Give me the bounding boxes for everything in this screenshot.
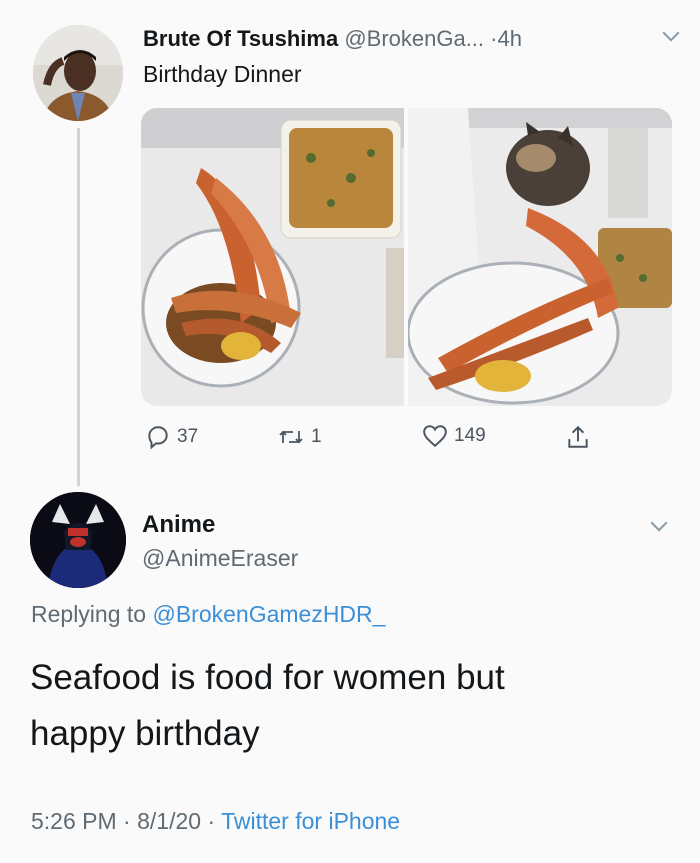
- retweet-action[interactable]: 1: [277, 424, 322, 450]
- tweet-text: Seafood is food for women but happy birt…: [30, 650, 670, 762]
- display-name[interactable]: Brute Of Tsushima: [143, 26, 338, 51]
- meta-separator: ·: [123, 808, 131, 834]
- reply-icon: [148, 426, 168, 450]
- replying-to-handle[interactable]: @BrokenGamezHDR_: [152, 601, 385, 627]
- food-photo-2[interactable]: [408, 108, 672, 406]
- replying-to-line: Replying to @BrokenGamezHDR_: [31, 601, 385, 628]
- tweet-text-line: happy birthday: [30, 714, 260, 753]
- timestamp[interactable]: 4h: [498, 26, 522, 51]
- replying-to-prefix: Replying to: [31, 601, 147, 627]
- timestamp[interactable]: 5:26 PM: [31, 808, 117, 834]
- avatar[interactable]: [30, 492, 126, 588]
- retweet-icon: [279, 430, 303, 444]
- handle[interactable]: @AnimeEraser: [142, 545, 298, 572]
- share-icon: [568, 425, 588, 448]
- food-photo-1[interactable]: [141, 108, 404, 406]
- tweet-header: Brute Of Tsushima @BrokenGa... ·4h: [143, 26, 522, 52]
- handle[interactable]: @BrokenGa...: [344, 26, 484, 51]
- reply-count: 37: [177, 426, 199, 447]
- display-name[interactable]: Anime: [142, 511, 215, 539]
- retweet-count: 1: [311, 426, 322, 447]
- chevron-down-icon[interactable]: [650, 514, 668, 532]
- like-icon: [423, 425, 447, 448]
- avatar[interactable]: [33, 25, 123, 121]
- reply-action[interactable]: 37: [145, 424, 198, 450]
- time-separator: ·: [490, 26, 498, 51]
- share-action[interactable]: [566, 424, 590, 450]
- tweet-text-line: Seafood is food for women but: [30, 658, 505, 697]
- like-action[interactable]: 149: [422, 424, 486, 448]
- chevron-down-icon[interactable]: [662, 24, 680, 42]
- date[interactable]: 8/1/20: [137, 808, 201, 834]
- thread-connector-line: [77, 128, 80, 486]
- meta-separator: ·: [207, 808, 216, 834]
- tweet-text: Birthday Dinner: [143, 61, 302, 87]
- media-grid[interactable]: [141, 108, 672, 406]
- tweet-meta: 5:26 PM · 8/1/20 · Twitter for iPhone: [31, 808, 400, 835]
- source-link[interactable]: Twitter for iPhone: [221, 808, 400, 834]
- like-count: 149: [454, 425, 486, 446]
